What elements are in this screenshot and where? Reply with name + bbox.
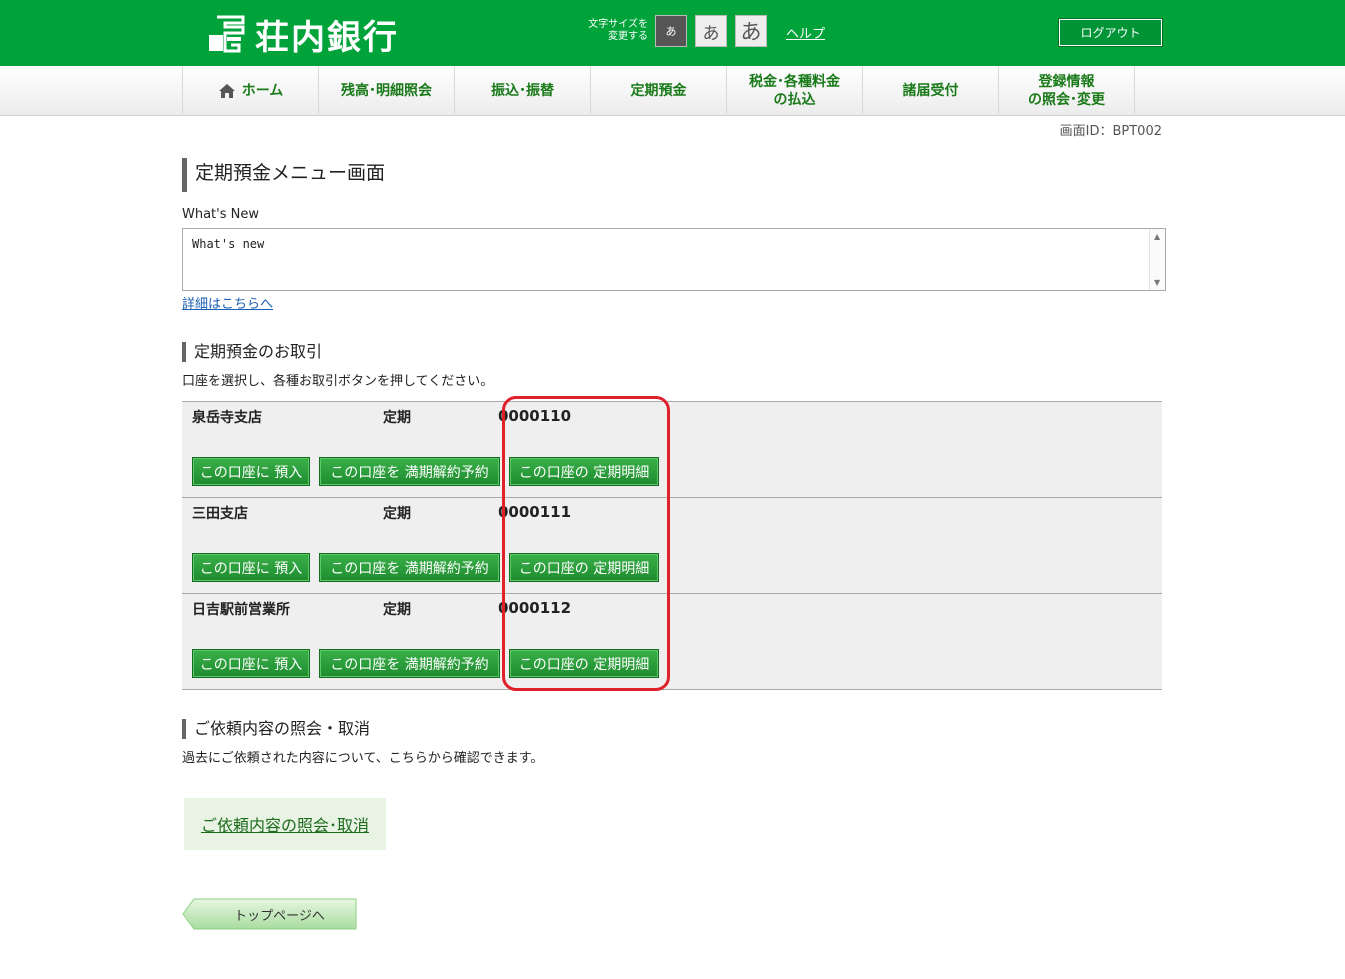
deposit-button[interactable]: この口座に 預入 [192, 649, 310, 678]
transactions-instruction: 口座を選択し、各種お取引ボタンを押してください。 [182, 374, 494, 389]
bank-name: 荘内銀行 [255, 17, 399, 58]
deposit-button[interactable]: この口座に 預入 [192, 553, 310, 582]
font-size-large-button[interactable]: あ [735, 15, 767, 47]
bank-logo-icon [209, 15, 245, 53]
nav-tax-payment[interactable]: 税金･各種料金 の払込 [727, 66, 863, 116]
account-row: 泉岳寺支店 定期 0000110 この口座に 預入 この口座を 満期解約予約 こ… [182, 402, 1162, 498]
account-type: 定期 [383, 506, 411, 522]
scroll-up-icon[interactable]: ▲ [1154, 232, 1160, 241]
whatsnew-content: What's new [192, 237, 265, 251]
requests-description: 過去にご依頼された内容について、こちらから確認できます。 [182, 751, 544, 766]
bank-logo[interactable]: 荘内銀行 [205, 12, 399, 58]
whatsnew-textarea[interactable]: What's new ▲ ▼ [182, 228, 1166, 291]
highlight-annotation [502, 396, 670, 691]
top-page-label: トップページへ [234, 908, 325, 924]
logout-button[interactable]: ログアウト [1059, 19, 1162, 46]
header-bar: 荘内銀行 文字サイズを 変更する あ あ あ ヘルプ ログアウト [0, 0, 1345, 66]
nav-home[interactable]: ホーム [183, 66, 319, 116]
page-title: 定期預金メニュー画面 [182, 158, 385, 192]
detail-link[interactable]: 詳細はこちらへ [182, 293, 273, 312]
account-list: 泉岳寺支店 定期 0000110 この口座に 預入 この口座を 満期解約予約 こ… [182, 401, 1162, 690]
nav-registration-info[interactable]: 登録情報 の照会･変更 [999, 66, 1135, 116]
account-branch: 三田支店 [192, 506, 248, 522]
main-nav: ホーム 残高･明細照会 振込･振替 定期預金 税金･各種料金 の払込 諸届受付 … [0, 66, 1345, 116]
account-branch: 泉岳寺支店 [192, 410, 262, 426]
requests-title: ご依頼内容の照会・取消 [182, 719, 370, 739]
nav-transfer[interactable]: 振込･振替 [455, 66, 591, 116]
top-page-button[interactable]: トップページへ [182, 898, 357, 930]
font-size-small-button[interactable]: あ [655, 15, 687, 47]
maturity-cancel-button[interactable]: この口座を 満期解約予約 [319, 553, 500, 582]
account-row: 日吉駅前営業所 定期 0000112 この口座に 預入 この口座を 満期解約予約… [182, 594, 1162, 690]
account-row: 三田支店 定期 0000111 この口座に 預入 この口座を 満期解約予約 この… [182, 498, 1162, 594]
maturity-cancel-button[interactable]: この口座を 満期解約予約 [319, 649, 500, 678]
deposit-button[interactable]: この口座に 預入 [192, 457, 310, 486]
home-icon [218, 84, 235, 98]
account-type: 定期 [383, 602, 411, 618]
font-size-medium-button[interactable]: あ [695, 15, 727, 47]
maturity-cancel-button[interactable]: この口座を 満期解約予約 [319, 457, 500, 486]
whatsnew-scrollbar[interactable]: ▲ ▼ [1149, 229, 1165, 290]
scroll-down-icon[interactable]: ▼ [1154, 278, 1160, 287]
nav-notifications[interactable]: 諸届受付 [863, 66, 999, 116]
nav-balance[interactable]: 残高･明細照会 [319, 66, 455, 116]
font-size-label: 文字サイズを 変更する [588, 19, 648, 42]
account-branch: 日吉駅前営業所 [192, 602, 290, 618]
nav-time-deposit[interactable]: 定期預金 [591, 66, 727, 116]
request-inquiry-link[interactable]: ご依頼内容の照会･取消 [201, 812, 369, 836]
request-inquiry-box: ご依頼内容の照会･取消 [184, 798, 386, 850]
screen-id: 画面ID：BPT002 [1059, 124, 1162, 139]
transactions-title: 定期預金のお取引 [182, 342, 322, 362]
help-link[interactable]: ヘルプ [786, 23, 825, 42]
account-type: 定期 [383, 410, 411, 426]
nav-home-label: ホーム [241, 83, 284, 99]
whatsnew-label: What's New [182, 207, 259, 222]
